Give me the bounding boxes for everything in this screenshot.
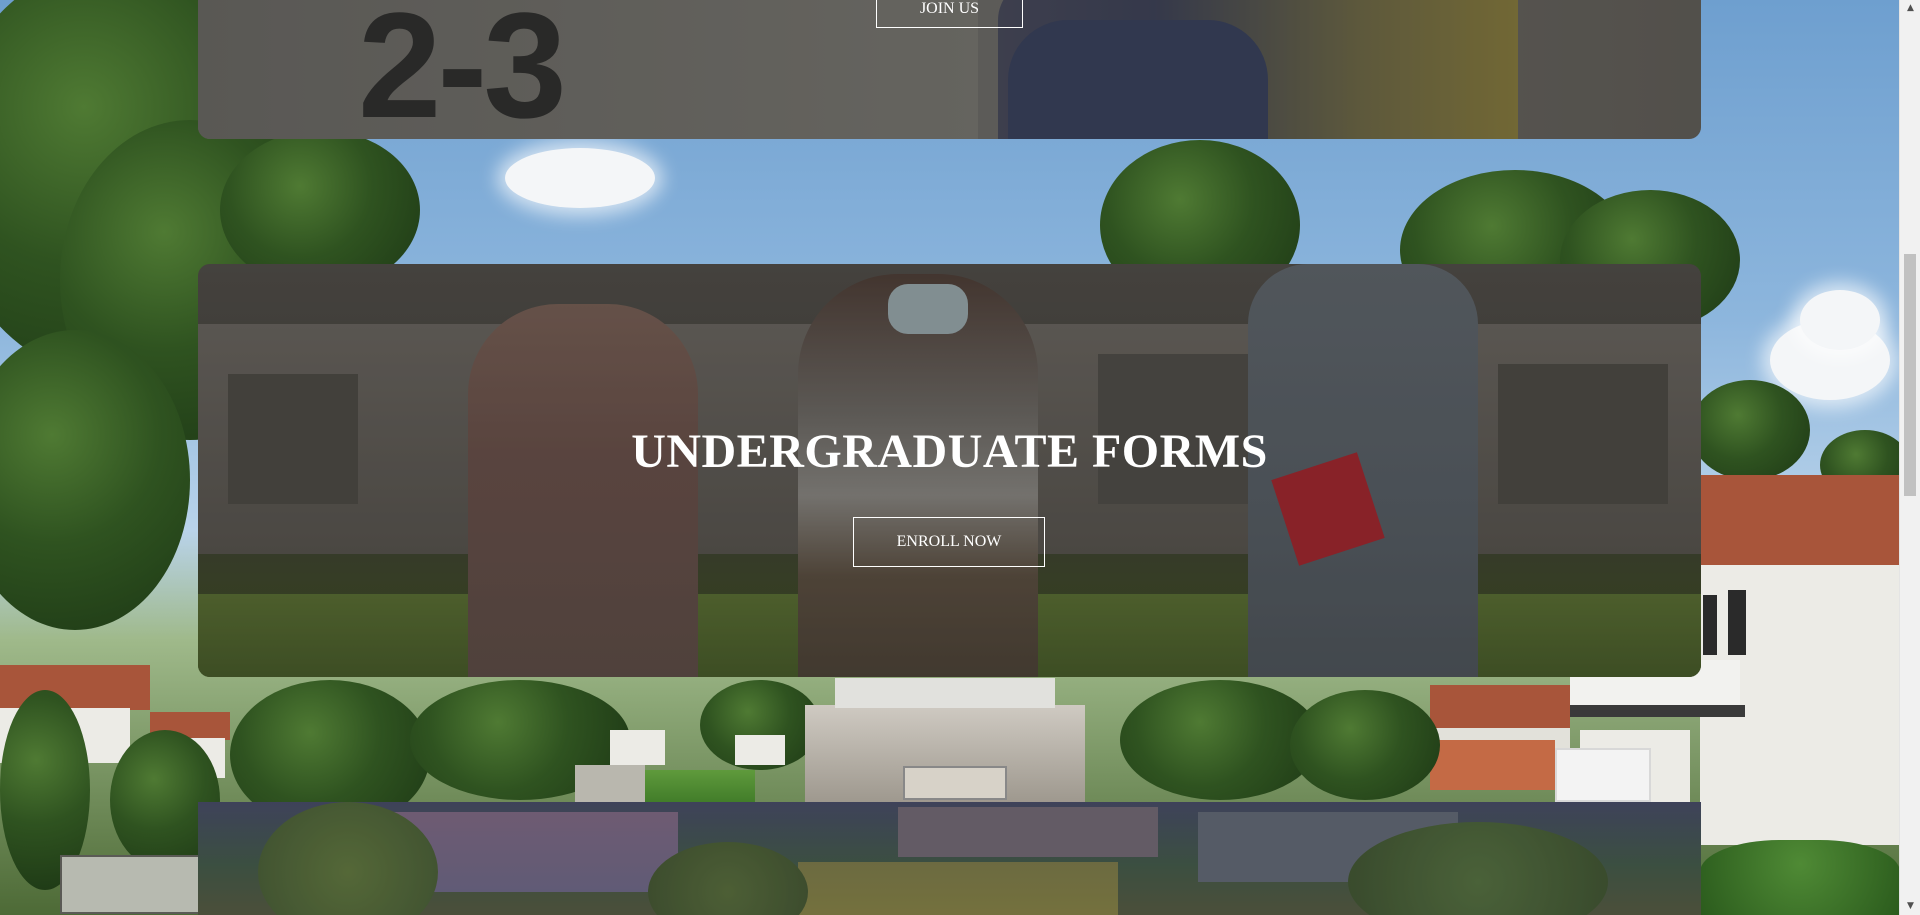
building-wall <box>735 735 785 765</box>
scroll-down-arrow-icon[interactable]: ▼ <box>1900 898 1920 915</box>
cloud <box>505 148 655 208</box>
tree <box>1690 380 1810 480</box>
campus-aerial-card <box>198 802 1701 915</box>
building-roof <box>1430 740 1555 790</box>
join-us-card: 2-3 JOIN US <box>198 0 1701 139</box>
undergraduate-forms-card: UNDERGRADUATE FORMS ENROLL NOW <box>198 264 1701 677</box>
scrollbar-thumb[interactable] <box>1904 254 1916 496</box>
building-window <box>1728 590 1746 655</box>
enroll-now-button[interactable]: ENROLL NOW <box>853 517 1045 567</box>
walkway <box>575 765 645 805</box>
building-roof <box>1430 685 1570 730</box>
statue <box>835 678 1055 708</box>
lawn <box>645 770 755 805</box>
low-wall <box>60 855 204 914</box>
building-roof <box>1700 475 1899 565</box>
building-window <box>1703 595 1717 655</box>
join-us-button[interactable]: JOIN US <box>876 0 1023 28</box>
plaque <box>903 766 1007 800</box>
building-wall <box>610 730 665 765</box>
cloud <box>1800 290 1880 350</box>
scroll-up-arrow-icon[interactable]: ▲ <box>1900 0 1920 17</box>
building-window <box>1570 705 1745 717</box>
page-scrollbar[interactable]: ▲ ▼ <box>1899 0 1920 915</box>
hedge <box>1700 840 1899 915</box>
undergraduate-forms-title: UNDERGRADUATE FORMS <box>631 425 1268 478</box>
tree <box>1290 690 1440 800</box>
photo-overlay <box>198 802 1701 915</box>
university-signboard <box>1555 748 1651 802</box>
